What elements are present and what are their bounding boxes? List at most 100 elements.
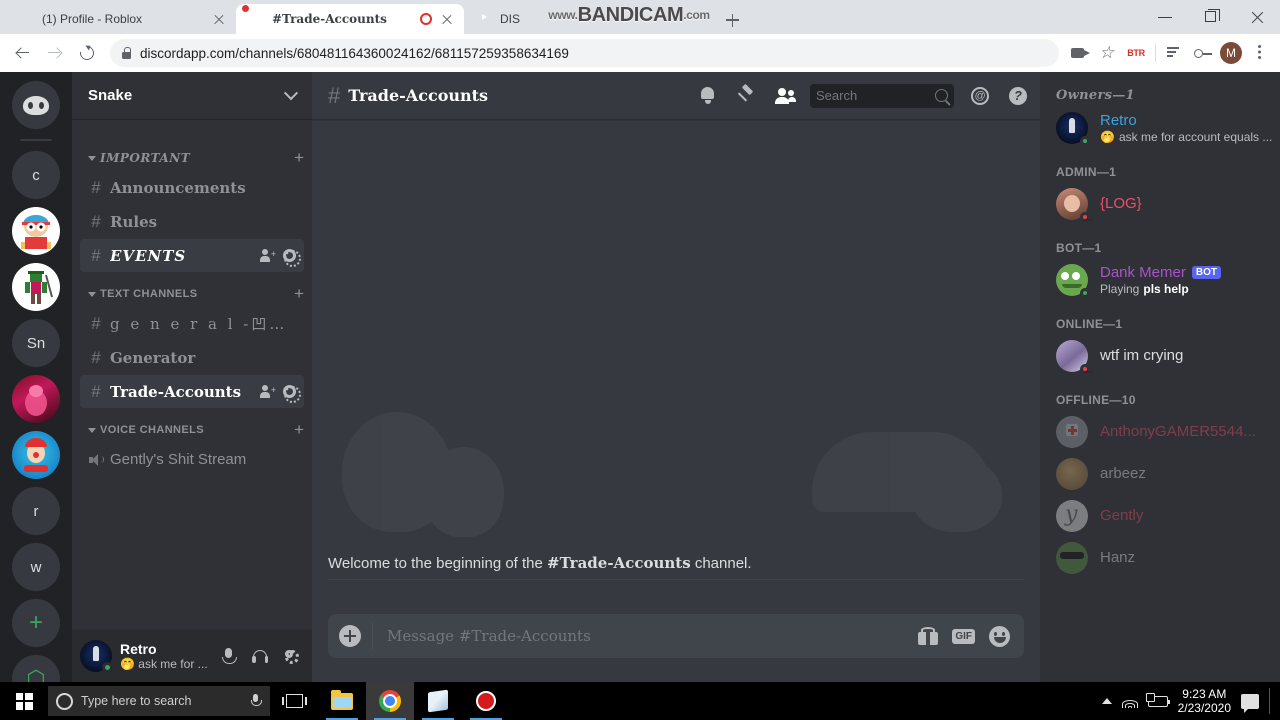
taskbar-app-book[interactable]: [414, 682, 462, 720]
bookmark-star-icon[interactable]: ☆: [1095, 40, 1121, 66]
category-text-channels[interactable]: TEXT CHANNELS +: [72, 282, 312, 306]
pinned-messages-icon[interactable]: [734, 84, 758, 108]
browser-tab-roblox[interactable]: (1) Profile - Roblox: [6, 4, 236, 34]
minimize-button[interactable]: [1142, 1, 1188, 33]
sidebar-item-server-roblox[interactable]: [12, 263, 60, 311]
user-info: Retro 🤭 ask me for ...: [120, 641, 208, 671]
list-item[interactable]: arbeez: [1056, 453, 1280, 495]
member-name: AnthonyGAMER5544...: [1100, 423, 1256, 440]
close-icon[interactable]: [212, 12, 226, 26]
media-cast-icon[interactable]: [1067, 40, 1093, 66]
guild-header[interactable]: Snake: [72, 72, 312, 120]
message-scroll-area[interactable]: Welcome to the beginning of the #Trade-A…: [312, 120, 1040, 614]
list-item[interactable]: Dank Memer BOT Playing pls help: [1056, 259, 1280, 301]
status-badge: [1080, 288, 1090, 298]
sidebar-item-generator[interactable]: # Generator: [80, 341, 304, 374]
taskbar-google-chrome[interactable]: [366, 682, 414, 720]
list-item[interactable]: Hanz: [1056, 537, 1280, 579]
sidebar-item-trade-accounts[interactable]: # Trade-Accounts +: [80, 375, 304, 408]
category-voice-channels[interactable]: VOICE CHANNELS +: [72, 418, 312, 442]
add-server-button[interactable]: +: [12, 599, 60, 647]
gear-icon[interactable]: [283, 385, 301, 403]
wifi-icon[interactable]: [1121, 695, 1138, 708]
search-placeholder: Type here to search: [81, 694, 192, 708]
list-item[interactable]: AnthonyGAMER5544...: [1056, 411, 1280, 453]
add-channel-icon[interactable]: +: [294, 285, 304, 302]
gif-icon[interactable]: GIF: [952, 628, 975, 644]
category-important[interactable]: IMPORTANT +: [72, 146, 312, 170]
member-list[interactable]: Owners—1 Retro 🤭 ask me for account equa…: [1040, 72, 1280, 682]
taskbar-search-input[interactable]: Type here to search: [48, 686, 270, 716]
sidebar-item-server-w[interactable]: w: [12, 543, 60, 591]
record-icon: [476, 691, 496, 711]
taskbar-bandicam-recorder[interactable]: [462, 682, 510, 720]
sidebar-item-server-red[interactable]: [12, 375, 60, 423]
help-icon[interactable]: ?: [1006, 84, 1030, 108]
gear-icon[interactable]: [283, 249, 301, 267]
mute-microphone-button[interactable]: [216, 643, 242, 669]
recording-indicator-icon[interactable]: [420, 13, 432, 25]
avatar: [1056, 340, 1093, 374]
user-settings-gear-icon[interactable]: [278, 643, 304, 669]
sidebar-item-events[interactable]: # EVENTS +: [80, 239, 304, 272]
category-label: IMPORTANT: [100, 151, 191, 165]
taskbar-file-explorer[interactable]: [318, 682, 366, 720]
btr-extension-icon[interactable]: BTR: [1123, 40, 1149, 66]
member-list-toggle-icon[interactable]: [772, 84, 796, 108]
sidebar-item-server-r[interactable]: r: [12, 487, 60, 535]
media-playlist-icon[interactable]: [1162, 40, 1188, 66]
member-status: 🤭 ask me for account equals ...: [1100, 129, 1272, 144]
sidebar-item-server-clown[interactable]: [12, 431, 60, 479]
avatar[interactable]: M: [1218, 40, 1244, 66]
list-item[interactable]: wtf im crying: [1056, 335, 1280, 377]
add-channel-icon[interactable]: +: [294, 149, 304, 166]
list-item[interactable]: Gently: [1056, 495, 1280, 537]
battery-icon[interactable]: [1145, 692, 1171, 707]
chrome-menu-icon[interactable]: [1246, 40, 1272, 66]
reload-button[interactable]: [72, 38, 102, 68]
sidebar-item-server-cartman[interactable]: [12, 207, 60, 255]
clock[interactable]: 9:23 AM 2/23/2020: [1178, 687, 1231, 715]
notifications-bell-icon[interactable]: [696, 84, 720, 108]
header-actions: Search @ ?: [696, 83, 1030, 108]
start-button[interactable]: [0, 682, 48, 720]
sidebar-item-server-sn[interactable]: Sn: [12, 319, 60, 367]
avatar[interactable]: [80, 640, 113, 673]
create-invite-icon[interactable]: +: [260, 249, 276, 262]
sidebar-item-announcements[interactable]: # Announcements: [80, 171, 304, 204]
system-tray: 9:23 AM 2/23/2020: [1101, 682, 1280, 720]
password-key-icon[interactable]: [1190, 40, 1216, 66]
close-window-button[interactable]: [1234, 1, 1280, 33]
microphone-icon[interactable]: [248, 693, 262, 709]
member-group-label: OFFLINE—10: [1056, 393, 1136, 407]
chevron-up-icon[interactable]: [1101, 698, 1112, 704]
address-bar[interactable]: discordapp.com/channels/6804811643600241…: [110, 39, 1059, 67]
sidebar-item-rules[interactable]: # Rules: [80, 205, 304, 238]
notifications-icon[interactable]: [1241, 693, 1259, 713]
back-button[interactable]: [8, 38, 38, 68]
close-icon[interactable]: [440, 12, 454, 26]
task-view-button[interactable]: [270, 682, 318, 720]
emoji-icon[interactable]: [989, 625, 1010, 647]
list-item[interactable]: Retro 🤭 ask me for account equals ...: [1056, 107, 1280, 149]
search-input[interactable]: Search: [810, 83, 954, 108]
create-invite-icon[interactable]: +: [260, 385, 276, 398]
toolbar-divider: [1155, 44, 1156, 62]
mentions-at-icon[interactable]: @: [968, 84, 992, 108]
upload-attachment-button[interactable]: [328, 614, 372, 658]
sidebar-item-server-c[interactable]: c: [12, 151, 60, 199]
deafen-headphones-button[interactable]: [247, 643, 273, 669]
browser-tab-discord[interactable]: #Trade-Accounts: [236, 4, 464, 34]
gift-icon[interactable]: [918, 627, 939, 645]
chevron-down-icon[interactable]: [283, 85, 299, 100]
add-channel-icon[interactable]: +: [294, 421, 304, 438]
message-input[interactable]: Message #Trade-Accounts GIF: [328, 614, 1024, 658]
list-item[interactable]: {LOG}: [1056, 183, 1280, 225]
message-input-bar: Message #Trade-Accounts GIF: [312, 614, 1040, 682]
show-desktop-button[interactable]: [1269, 688, 1270, 714]
channel-label: EVENTS: [110, 246, 187, 265]
sidebar-item-discord-home[interactable]: [12, 81, 60, 129]
maximize-button[interactable]: [1188, 1, 1234, 33]
sidebar-item-gentlys-shit-stream[interactable]: Gently's Shit Stream: [80, 443, 304, 476]
sidebar-item-general[interactable]: # g e n e r a l -凹ラシ: [80, 307, 304, 340]
